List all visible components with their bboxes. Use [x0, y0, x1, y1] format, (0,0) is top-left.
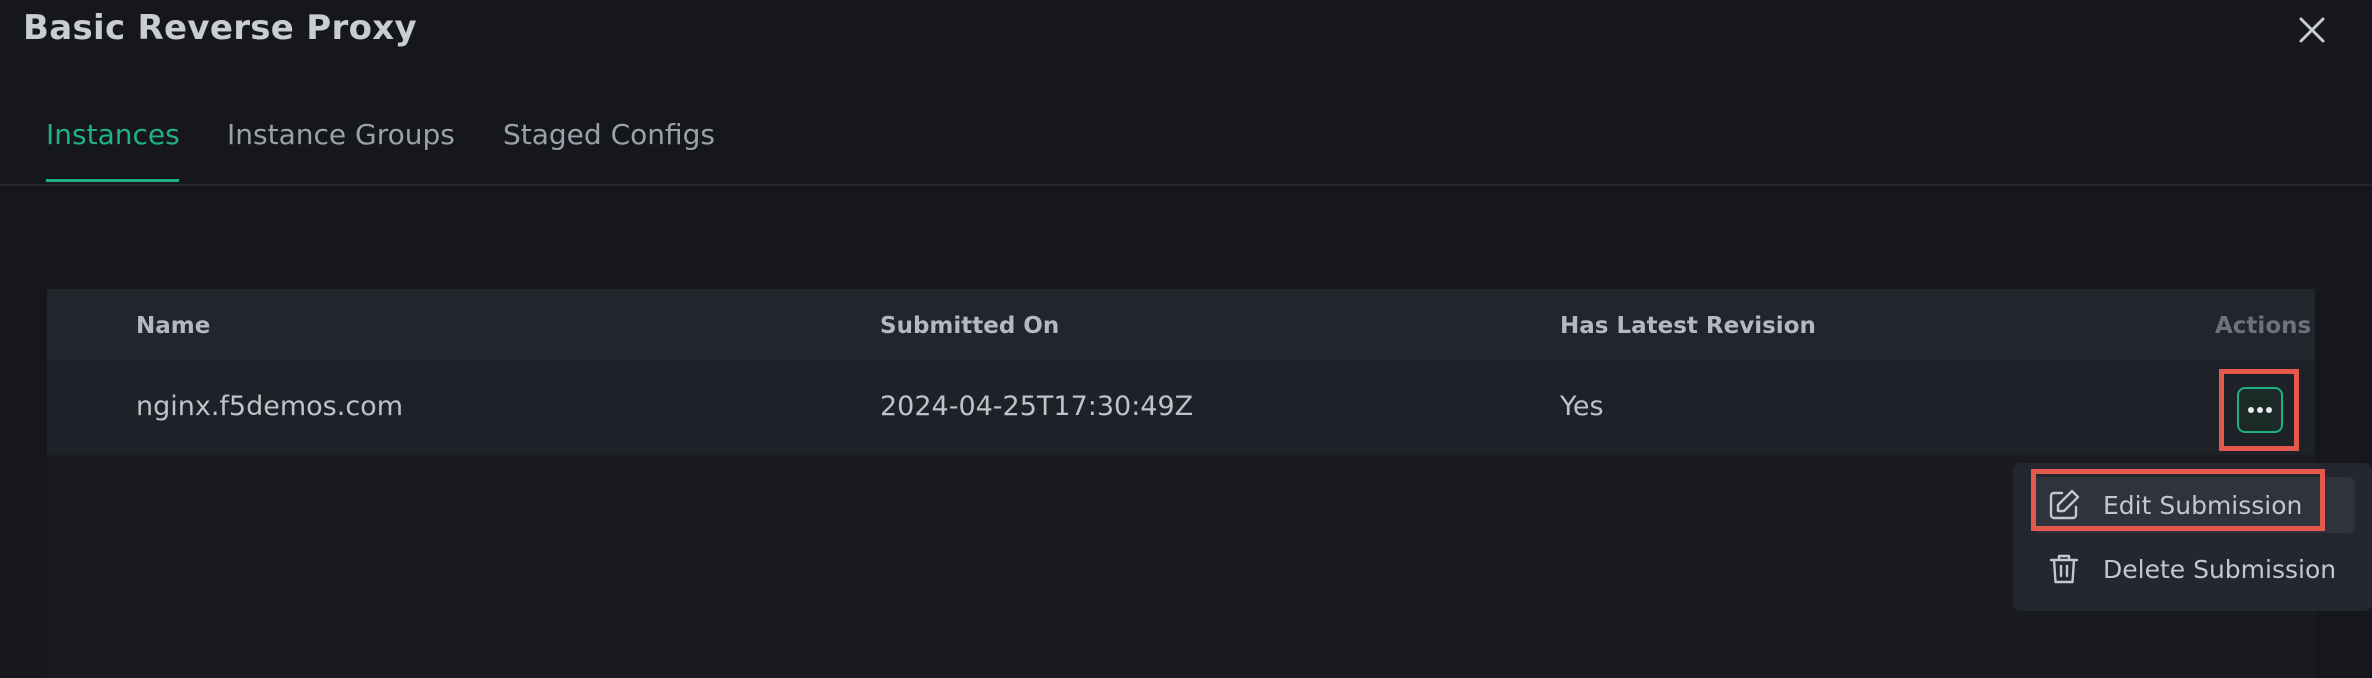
- column-header-has-latest-revision[interactable]: Has Latest Revision: [1560, 313, 1816, 339]
- edit-icon: [2047, 488, 2081, 522]
- instances-table: Name Submitted On Has Latest Revision Ac…: [47, 289, 2315, 678]
- more-horizontal-icon: [2248, 407, 2272, 413]
- row-actions-button[interactable]: [2237, 387, 2283, 433]
- dialog-title: Basic Reverse Proxy: [23, 8, 417, 48]
- column-header-submitted-on[interactable]: Submitted On: [880, 313, 1059, 339]
- menu-item-label: Edit Submission: [2103, 490, 2303, 520]
- cell-submitted-on: 2024-04-25T17:30:49Z: [880, 391, 1194, 422]
- tab-instances[interactable]: Instances: [46, 118, 180, 151]
- active-tab-indicator: [46, 179, 179, 182]
- menu-item-label: Delete Submission: [2103, 554, 2337, 584]
- table-row: nginx.f5demos.com 2024-04-25T17:30:49Z Y…: [47, 361, 2315, 455]
- table-header: Name Submitted On Has Latest Revision Ac…: [47, 289, 2315, 363]
- cell-name: nginx.f5demos.com: [136, 391, 403, 422]
- cell-has-latest-revision: Yes: [1560, 391, 1604, 422]
- close-icon: [2299, 17, 2325, 43]
- menu-item-delete-submission[interactable]: Delete Submission: [2033, 541, 2353, 597]
- close-button[interactable]: [2290, 8, 2334, 52]
- column-header-actions: Actions: [2215, 313, 2312, 339]
- trash-icon: [2047, 552, 2081, 586]
- dialog: Basic Reverse Proxy Instances Instance G…: [0, 0, 2372, 678]
- tab-bar: Instances Instance Groups Staged Configs: [0, 100, 2372, 186]
- tab-staged-configs[interactable]: Staged Configs: [503, 118, 715, 151]
- actions-menu: Edit Submission Delete Submission: [2013, 463, 2372, 611]
- tab-instance-groups[interactable]: Instance Groups: [227, 118, 455, 151]
- menu-item-edit-submission[interactable]: Edit Submission: [2033, 477, 2355, 533]
- column-header-name[interactable]: Name: [136, 313, 210, 339]
